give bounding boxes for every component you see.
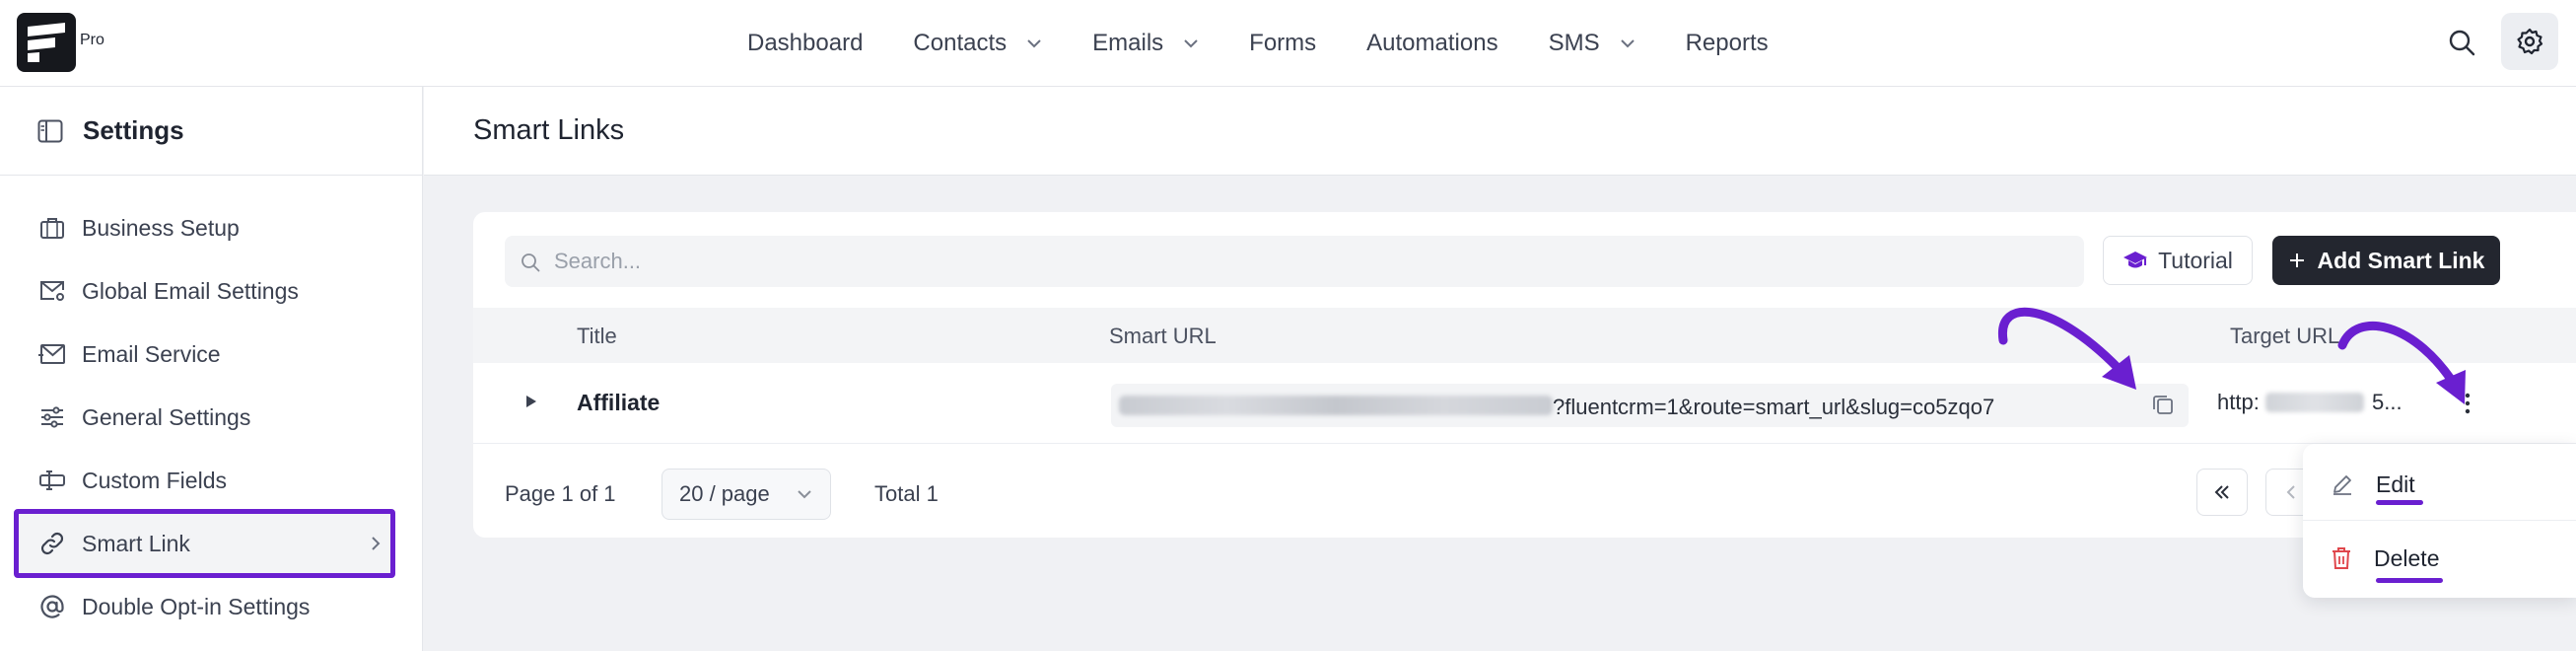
link-icon — [38, 531, 66, 556]
row-actions-menu: Edit Delete — [2303, 444, 2576, 598]
nav-label: Reports — [1685, 30, 1769, 56]
page-header: Smart Links — [424, 87, 2576, 176]
menu-item-delete[interactable]: Delete — [2303, 522, 2576, 595]
page-title: Smart Links — [473, 114, 625, 146]
column-header-smart-url[interactable]: Smart URL — [1109, 324, 1217, 349]
search-icon — [2449, 30, 2475, 56]
per-page-select[interactable]: 20 / page — [661, 469, 831, 520]
top-navigation-bar: Pro Dashboard Contacts Emails Forms Auto… — [0, 0, 2576, 87]
mail-settings-icon — [38, 279, 66, 303]
search-input[interactable] — [505, 236, 2084, 287]
edit-highlight-underline — [2376, 500, 2423, 505]
redacted-target-url — [2265, 393, 2364, 412]
chevron-down-icon — [1183, 38, 1199, 48]
more-vertical-icon[interactable] — [2465, 393, 2471, 414]
main-nav: Dashboard Contacts Emails Forms Automati… — [747, 0, 1819, 87]
sidebar-item-email-service[interactable]: Email Service — [0, 323, 423, 386]
plus-icon — [2288, 252, 2306, 269]
chevron-down-icon — [797, 489, 812, 499]
nav-label: Contacts — [913, 30, 1008, 56]
nav-reports[interactable]: Reports — [1686, 30, 1769, 57]
nav-sms[interactable]: SMS — [1549, 30, 1636, 57]
delete-label: Delete — [2374, 544, 2440, 571]
sidebar-item-label: Business Setup — [82, 214, 240, 241]
table-header: Title Smart URL Target URL — [473, 308, 2576, 363]
nav-dashboard[interactable]: Dashboard — [747, 30, 863, 57]
mail-send-icon — [38, 343, 66, 365]
chevron-down-icon — [1026, 38, 1042, 48]
nav-emails[interactable]: Emails — [1092, 30, 1199, 57]
sidebar-item-label: Email Service — [82, 340, 221, 367]
add-smart-link-button[interactable]: Add Smart Link — [2272, 236, 2500, 285]
sidebar-item-business-setup[interactable]: Business Setup — [0, 196, 423, 259]
sidebar-header: Settings — [0, 87, 423, 176]
nav-label: Forms — [1249, 30, 1317, 56]
pagination: Page 1 of 1 20 / page Total 1 — [505, 467, 2575, 522]
chevron-right-icon — [371, 536, 381, 551]
sidebar-item-double-opt-in-settings[interactable]: Double Opt-in Settings — [0, 575, 423, 638]
smart-links-card: Tutorial Add Smart Link Title Smart URL … — [473, 212, 2576, 538]
nav-label: Dashboard — [747, 30, 864, 56]
sidebar-item-label: Global Email Settings — [82, 277, 299, 304]
trash-icon — [2331, 546, 2352, 570]
per-page-value: 20 / page — [679, 481, 770, 506]
sidebar-item-label: Smart Link — [82, 530, 190, 556]
smart-url-field: ?fluentcrm=1&route=smart_url&slug=co5zqo… — [1111, 384, 2189, 427]
target-url-start: http: — [2217, 390, 2260, 414]
logo-mark-icon — [28, 23, 65, 62]
chevron-down-icon — [1620, 38, 1636, 48]
edit-label: Edit — [2376, 470, 2415, 497]
add-smart-link-label: Add Smart Link — [2317, 247, 2485, 273]
pro-badge: Pro — [80, 32, 104, 48]
page-info: Page 1 of 1 — [505, 481, 616, 506]
column-header-title[interactable]: Title — [577, 324, 617, 349]
table-row[interactable]: Affiliate ?fluentcrm=1&route=smart_url&s… — [473, 363, 2576, 444]
first-page-button[interactable] — [2196, 469, 2248, 516]
sidebar-item-label: Custom Fields — [82, 467, 227, 493]
expand-row-icon[interactable] — [525, 395, 537, 408]
global-search-button[interactable] — [2443, 24, 2480, 61]
menu-divider — [2303, 520, 2576, 521]
tutorial-label: Tutorial — [2158, 247, 2233, 273]
nav-label: SMS — [1548, 30, 1600, 56]
smart-url-text: ?fluentcrm=1&route=smart_url&slug=co5zqo… — [1553, 395, 1995, 419]
pencil-icon — [2331, 472, 2354, 496]
settings-button[interactable] — [2501, 13, 2558, 70]
settings-sidebar: Settings Business Setup Global Email Set… — [0, 87, 423, 651]
delete-highlight-underline — [2376, 578, 2443, 583]
copy-icon[interactable] — [2152, 394, 2174, 415]
row-title: Affiliate — [577, 390, 661, 415]
nav-label: Automations — [1366, 30, 1498, 56]
sidebar-title: Settings — [83, 115, 184, 145]
chevrons-left-icon — [2214, 485, 2229, 499]
redacted-url-prefix — [1119, 396, 1553, 415]
sidebar-item-global-email-settings[interactable]: Global Email Settings — [0, 259, 423, 323]
at-icon — [38, 594, 66, 619]
sidebar-item-general-settings[interactable]: General Settings — [0, 386, 423, 449]
target-url-end: 5... — [2372, 390, 2402, 414]
sidebar-item-label: Double Opt-in Settings — [82, 593, 311, 619]
nav-contacts[interactable]: Contacts — [913, 30, 1042, 57]
sidebar-item-custom-fields[interactable]: Custom Fields — [0, 449, 423, 512]
total-count: Total 1 — [874, 481, 939, 506]
nav-forms[interactable]: Forms — [1249, 30, 1316, 57]
search-icon — [521, 253, 540, 272]
chevron-left-icon — [2286, 485, 2295, 499]
fluentcrm-logo[interactable] — [17, 13, 76, 72]
sidebar-toggle-icon[interactable] — [37, 119, 63, 143]
custom-fields-icon — [38, 470, 66, 491]
nav-label: Emails — [1092, 30, 1164, 56]
gear-icon — [2517, 28, 2543, 55]
tutorial-button[interactable]: Tutorial — [2103, 236, 2253, 285]
column-header-target-url[interactable]: Target URL — [2230, 324, 2339, 349]
menu-item-edit[interactable]: Edit — [2303, 448, 2576, 521]
sidebar-item-label: General Settings — [82, 403, 251, 430]
sidebar-item-smart-link[interactable]: Smart Link — [14, 509, 395, 578]
graduation-cap-icon — [2123, 250, 2148, 271]
briefcase-icon — [38, 216, 66, 240]
nav-automations[interactable]: Automations — [1366, 30, 1497, 57]
sliders-icon — [38, 405, 66, 429]
